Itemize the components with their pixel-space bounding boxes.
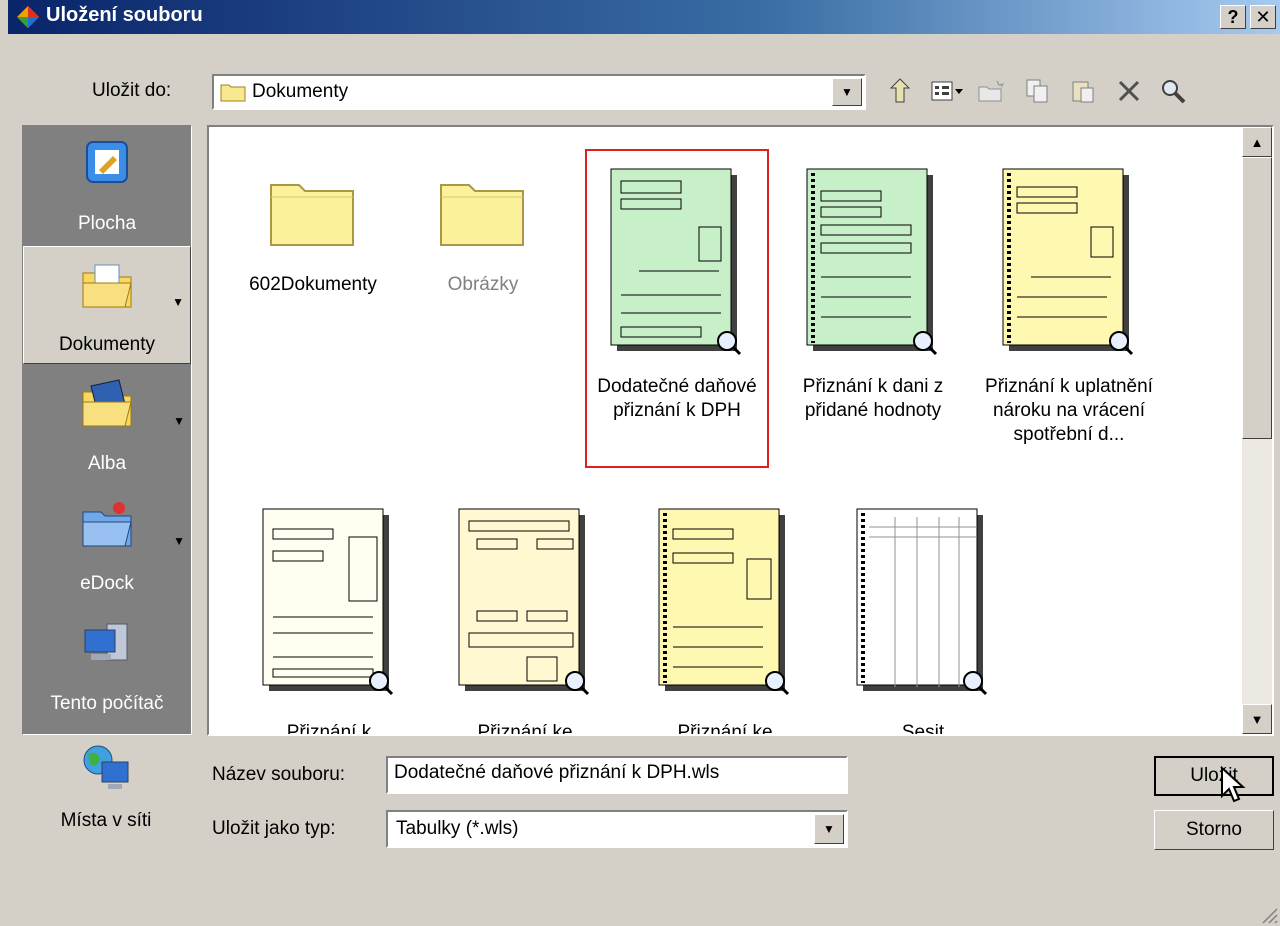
list-item[interactable]: Přiznání k dani z přidané hodnoty <box>783 151 963 466</box>
cancel-button[interactable]: Storno <box>1154 810 1274 850</box>
chevron-down-icon[interactable]: ▼ <box>832 78 862 106</box>
place-label: Místa v síti <box>60 810 152 831</box>
file-name: 602Dokumenty <box>249 274 377 295</box>
vertical-scrollbar[interactable]: ▲ ▼ <box>1242 127 1272 734</box>
filename-label: Název souboru: <box>212 764 346 785</box>
scroll-up-icon[interactable]: ▲ <box>1242 127 1272 157</box>
close-button[interactable]: ✕ <box>1250 5 1276 29</box>
spreadsheet-thumbnail-icon <box>856 508 988 696</box>
help-button[interactable]: ? <box>1220 5 1246 29</box>
folder-icon <box>220 84 246 102</box>
filetype-label: Uložit jako typ: <box>212 818 336 839</box>
save-dialog: Uložení souboru ? ✕ Uložit do: Dokumenty… <box>0 0 1280 926</box>
list-item[interactable]: Přiznání k uplatnění nároku na vrácení s… <box>979 151 1159 466</box>
filetype-dropdown[interactable]: Tabulky (*.wls) ▼ <box>386 810 848 848</box>
list-item[interactable]: Přiznání ke <box>435 485 615 736</box>
file-name: Přiznání k <box>286 722 372 736</box>
form-thumbnail-icon <box>458 508 590 696</box>
place-label: eDock <box>80 573 134 594</box>
filename-field[interactable]: Dodatečné daňové přiznání k DPH.wls <box>386 756 848 794</box>
place-edock[interactable]: eDock ▼ <box>23 486 191 604</box>
list-item[interactable]: Dodatečné daňové přiznání k DPH <box>585 149 769 468</box>
place-tento-pocitac[interactable]: Tento počítač <box>23 606 191 724</box>
form-thumbnail-icon <box>1002 168 1134 356</box>
copy-icon[interactable] <box>1020 74 1054 108</box>
form-thumbnail-icon <box>806 168 938 356</box>
place-label: Plocha <box>77 213 137 234</box>
form-thumbnail-icon <box>610 168 742 356</box>
file-name: Přiznání ke <box>477 722 573 736</box>
title-bar[interactable]: Uložení souboru ? ✕ <box>8 0 1280 34</box>
up-folder-icon[interactable] <box>884 74 918 108</box>
desktop-icon <box>86 141 128 183</box>
scroll-thumb[interactable] <box>1242 157 1272 439</box>
filetype-value: Tabulky (*.wls) <box>396 818 519 839</box>
places-bar: Plocha Dokumenty ▼ Alba ▼ eDock ▼ Tento … <box>22 125 192 735</box>
mouse-cursor-icon <box>1221 766 1246 803</box>
app-diamond-icon <box>17 6 39 28</box>
chevron-down-icon[interactable]: ▼ <box>173 534 185 548</box>
scroll-down-icon[interactable]: ▼ <box>1242 704 1272 734</box>
my-computer-icon <box>84 623 128 661</box>
edock-folder-icon <box>82 502 132 547</box>
file-list[interactable]: 602Dokumenty Obrázky Dodatečné daňové př… <box>207 125 1274 736</box>
folder-icon <box>270 184 354 246</box>
new-folder-icon[interactable] <box>974 74 1008 108</box>
save-in-value: Dokumenty <box>252 81 349 102</box>
list-item[interactable]: Obrázky <box>393 155 573 325</box>
paste-icon[interactable] <box>1066 74 1100 108</box>
save-button[interactable]: Uložit <box>1154 756 1274 796</box>
folder-icon <box>440 184 524 246</box>
window-title: Uložení souboru <box>46 4 203 26</box>
file-name: Dodatečné daňové přiznání k DPH <box>597 376 757 421</box>
place-alba[interactable]: Alba ▼ <box>23 366 191 484</box>
file-name: Sesit <box>901 722 945 736</box>
place-label: Tento počítač <box>50 693 164 714</box>
list-item[interactable]: 602Dokumenty <box>223 155 403 325</box>
save-in-dropdown[interactable]: Dokumenty ▼ <box>212 74 866 110</box>
chevron-down-icon[interactable]: ▼ <box>173 414 185 428</box>
form-thumbnail-icon <box>262 508 394 696</box>
delete-icon[interactable] <box>1112 74 1146 108</box>
save-in-label: Uložit do: <box>92 80 172 101</box>
resize-grip-icon[interactable] <box>1260 906 1278 924</box>
file-name: Přiznání ke <box>677 722 773 736</box>
views-menu-icon[interactable] <box>930 74 964 108</box>
search-icon[interactable] <box>1156 74 1190 108</box>
network-places-icon <box>83 745 129 789</box>
form-thumbnail-icon <box>658 508 790 696</box>
list-item[interactable]: Přiznání ke <box>635 485 815 736</box>
list-item[interactable]: Sesit <box>833 485 1013 736</box>
documents-folder-icon <box>82 264 132 308</box>
chevron-down-icon[interactable]: ▼ <box>172 295 184 309</box>
list-item[interactable]: Přiznání k <box>239 485 419 736</box>
file-name: Přiznání k dani z přidané hodnoty <box>802 376 944 421</box>
place-dokumenty[interactable]: Dokumenty ▼ <box>23 246 191 364</box>
place-plocha[interactable]: Plocha <box>23 126 191 244</box>
file-name: Obrázky <box>447 274 519 295</box>
chevron-down-icon[interactable]: ▼ <box>814 814 844 844</box>
albums-folder-icon <box>82 379 132 427</box>
place-label: Alba <box>87 453 127 474</box>
file-name: Přiznání k uplatnění nároku na vrácení s… <box>985 376 1153 445</box>
place-mista-v-siti[interactable]: Místa v síti <box>22 730 190 848</box>
place-label: Dokumenty <box>58 334 156 355</box>
